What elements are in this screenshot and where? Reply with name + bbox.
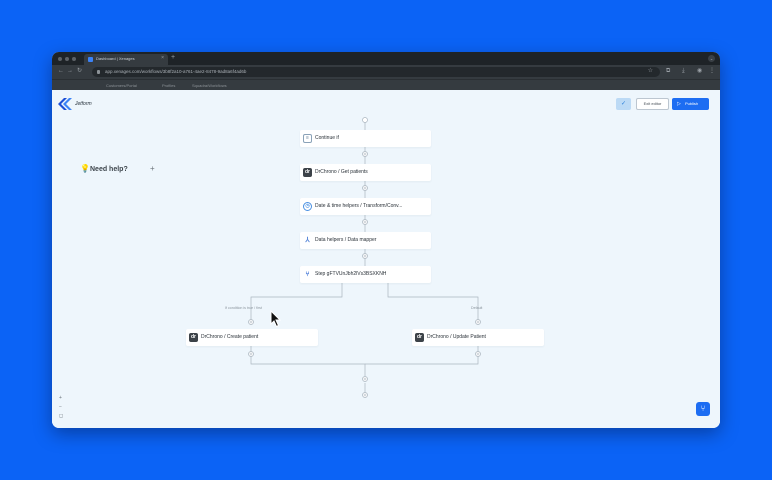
node-get-patients[interactable]: dr DrChrono / Get patients xyxy=(300,164,431,181)
reload-icon[interactable]: ↻ xyxy=(77,68,82,74)
new-tab-button[interactable]: + xyxy=(171,54,175,61)
expand-help-icon[interactable]: + xyxy=(150,165,155,173)
back-icon[interactable]: ← xyxy=(58,68,64,74)
bookmark-item[interactable]: Customers/Portal xyxy=(106,83,137,88)
node-label: Data helpers / Data mapper xyxy=(315,237,377,243)
drchrono-icon: dr xyxy=(415,333,424,342)
profile-icon[interactable]: ◉ xyxy=(697,68,702,74)
flow-tools-button[interactable]: ⑂ xyxy=(696,402,710,416)
window-close-dot[interactable] xyxy=(58,57,62,61)
bookmark-item[interactable]: Profiles xyxy=(162,83,175,88)
help-label: Need help? xyxy=(90,166,128,173)
fit-view-button[interactable]: ◻ xyxy=(59,414,63,419)
node-datetime-transform[interactable]: ◷ Date & time helpers / Transform/Conv..… xyxy=(300,198,431,215)
jetform-logo-icon xyxy=(58,98,72,110)
tab-title: Dashboard | Xenages xyxy=(96,56,135,61)
validate-button[interactable]: ✓ xyxy=(616,98,631,110)
url-text[interactable]: app.xenages.com/workflows/3b8f2a10-a761-… xyxy=(105,69,246,74)
publish-button[interactable]: ▷ Publish xyxy=(672,98,709,110)
zoom-out-button[interactable]: − xyxy=(59,405,62,410)
branch-label-right: Default xyxy=(471,306,483,310)
node-label: Step gFTVUnJbh2lVs3BSXKNH xyxy=(315,271,387,277)
node-branch-step[interactable]: ⑂ Step gFTVUnJbh2lVs3BSXKNH xyxy=(300,266,431,283)
download-icon[interactable]: ⤓ xyxy=(682,68,685,74)
browser-menu-icon[interactable]: ⋮ xyxy=(709,68,715,74)
tab-close-icon[interactable]: × xyxy=(161,56,164,61)
browser-tab-active[interactable]: Dashboard | Xenages × xyxy=(84,54,168,65)
play-icon: ▷ xyxy=(677,101,681,107)
node-continue-if[interactable]: ≡ Continue if xyxy=(300,130,431,147)
extensions-icon[interactable]: ⧉ xyxy=(666,68,670,74)
branch-label-left: If condition is true / first xyxy=(225,306,262,310)
node-label: DrChrono / Get patients xyxy=(315,169,368,175)
node-label: DrChrono / Create patient xyxy=(201,334,259,340)
mouse-cursor-icon xyxy=(270,310,282,328)
bookmarks-bar: Customers/Portal Profiles Squadra/Workfl… xyxy=(52,79,720,90)
bookmark-star-icon[interactable]: ☆ xyxy=(648,68,653,74)
lock-icon xyxy=(97,70,100,74)
browser-window: Dashboard | Xenages × + ⌄ ← → ↻ app.xena… xyxy=(52,52,720,428)
filter-icon: ≡ xyxy=(303,134,312,143)
drchrono-icon: dr xyxy=(303,168,312,177)
tab-favicon-icon xyxy=(88,57,93,62)
logo-text: Jetform xyxy=(75,101,92,107)
node-label: Date & time helpers / Transform/Conv... xyxy=(315,203,403,209)
drchrono-icon: dr xyxy=(189,333,198,342)
bookmark-item[interactable]: Squadra/Workflows xyxy=(192,83,227,88)
window-minimize-dot[interactable] xyxy=(65,57,69,61)
node-label: DrChrono / Update Patient xyxy=(427,334,486,340)
exit-editor-button[interactable]: Exit editor xyxy=(636,98,669,110)
mapper-icon: ⅄ xyxy=(305,237,310,244)
publish-label: Publish xyxy=(685,101,699,106)
forward-icon[interactable]: → xyxy=(67,68,73,74)
browser-tab-bar: Dashboard | Xenages × + ⌄ xyxy=(52,52,720,65)
workflow-editor: ≡ Continue if dr DrChrono / Get patients… xyxy=(52,90,720,428)
node-create-patient[interactable]: dr DrChrono / Create patient xyxy=(186,329,318,346)
clock-icon: ◷ xyxy=(303,202,312,211)
workflow-canvas[interactable]: ≡ Continue if dr DrChrono / Get patients… xyxy=(52,90,720,428)
zoom-in-button[interactable]: + xyxy=(59,396,62,401)
window-maximize-dot[interactable] xyxy=(72,57,76,61)
branch-icon: ⑂ xyxy=(305,271,310,278)
node-label: Continue if xyxy=(315,135,339,141)
browser-toolbar: ← → ↻ app.xenages.com/workflows/3b8f2a10… xyxy=(52,65,720,79)
node-update-patient[interactable]: dr DrChrono / Update Patient xyxy=(412,329,544,346)
node-data-mapper[interactable]: ⅄ Data helpers / Data mapper xyxy=(300,232,431,249)
window-menu-button[interactable]: ⌄ xyxy=(708,55,715,62)
address-bar[interactable]: app.xenages.com/workflows/3b8f2a10-a761-… xyxy=(92,67,660,77)
lightbulb-icon: 💡 xyxy=(80,164,90,173)
